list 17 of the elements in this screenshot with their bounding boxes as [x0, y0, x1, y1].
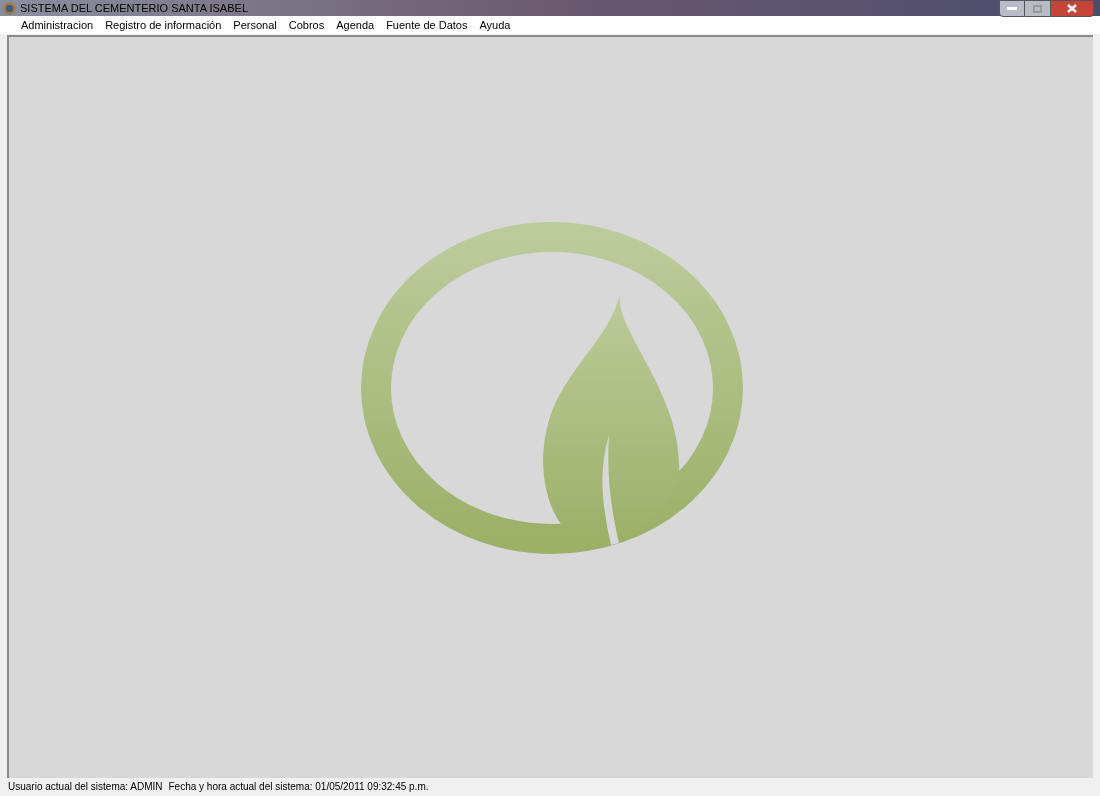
- close-button[interactable]: [1050, 0, 1094, 17]
- maximize-icon: [1033, 4, 1042, 13]
- app-icon: [3, 1, 16, 15]
- minimize-button[interactable]: [999, 0, 1025, 17]
- menu-item[interactable]: Registro de información: [99, 19, 228, 31]
- status-text: Usuario actual del sistema: ADMIN: [8, 782, 163, 792]
- menu-item[interactable]: Cobros: [282, 19, 331, 31]
- menu-item[interactable]: Ayuda: [473, 19, 517, 31]
- maximize-button[interactable]: [1025, 0, 1050, 17]
- menu-item[interactable]: Agenda: [330, 19, 381, 31]
- minimize-icon: [1007, 7, 1017, 10]
- menu-item[interactable]: Fuente de Datos: [380, 19, 474, 31]
- close-icon: [1067, 4, 1077, 13]
- status-text: Fecha y hora actual del sistema: 01/05/2011 09:32:45 p.m.: [168, 782, 429, 792]
- menu-item[interactable]: Administracion: [15, 19, 100, 31]
- menu-item[interactable]: Personal: [227, 19, 283, 31]
- window-title: SISTEMA DEL CEMENTERIO SANTA ISABEL: [20, 2, 248, 14]
